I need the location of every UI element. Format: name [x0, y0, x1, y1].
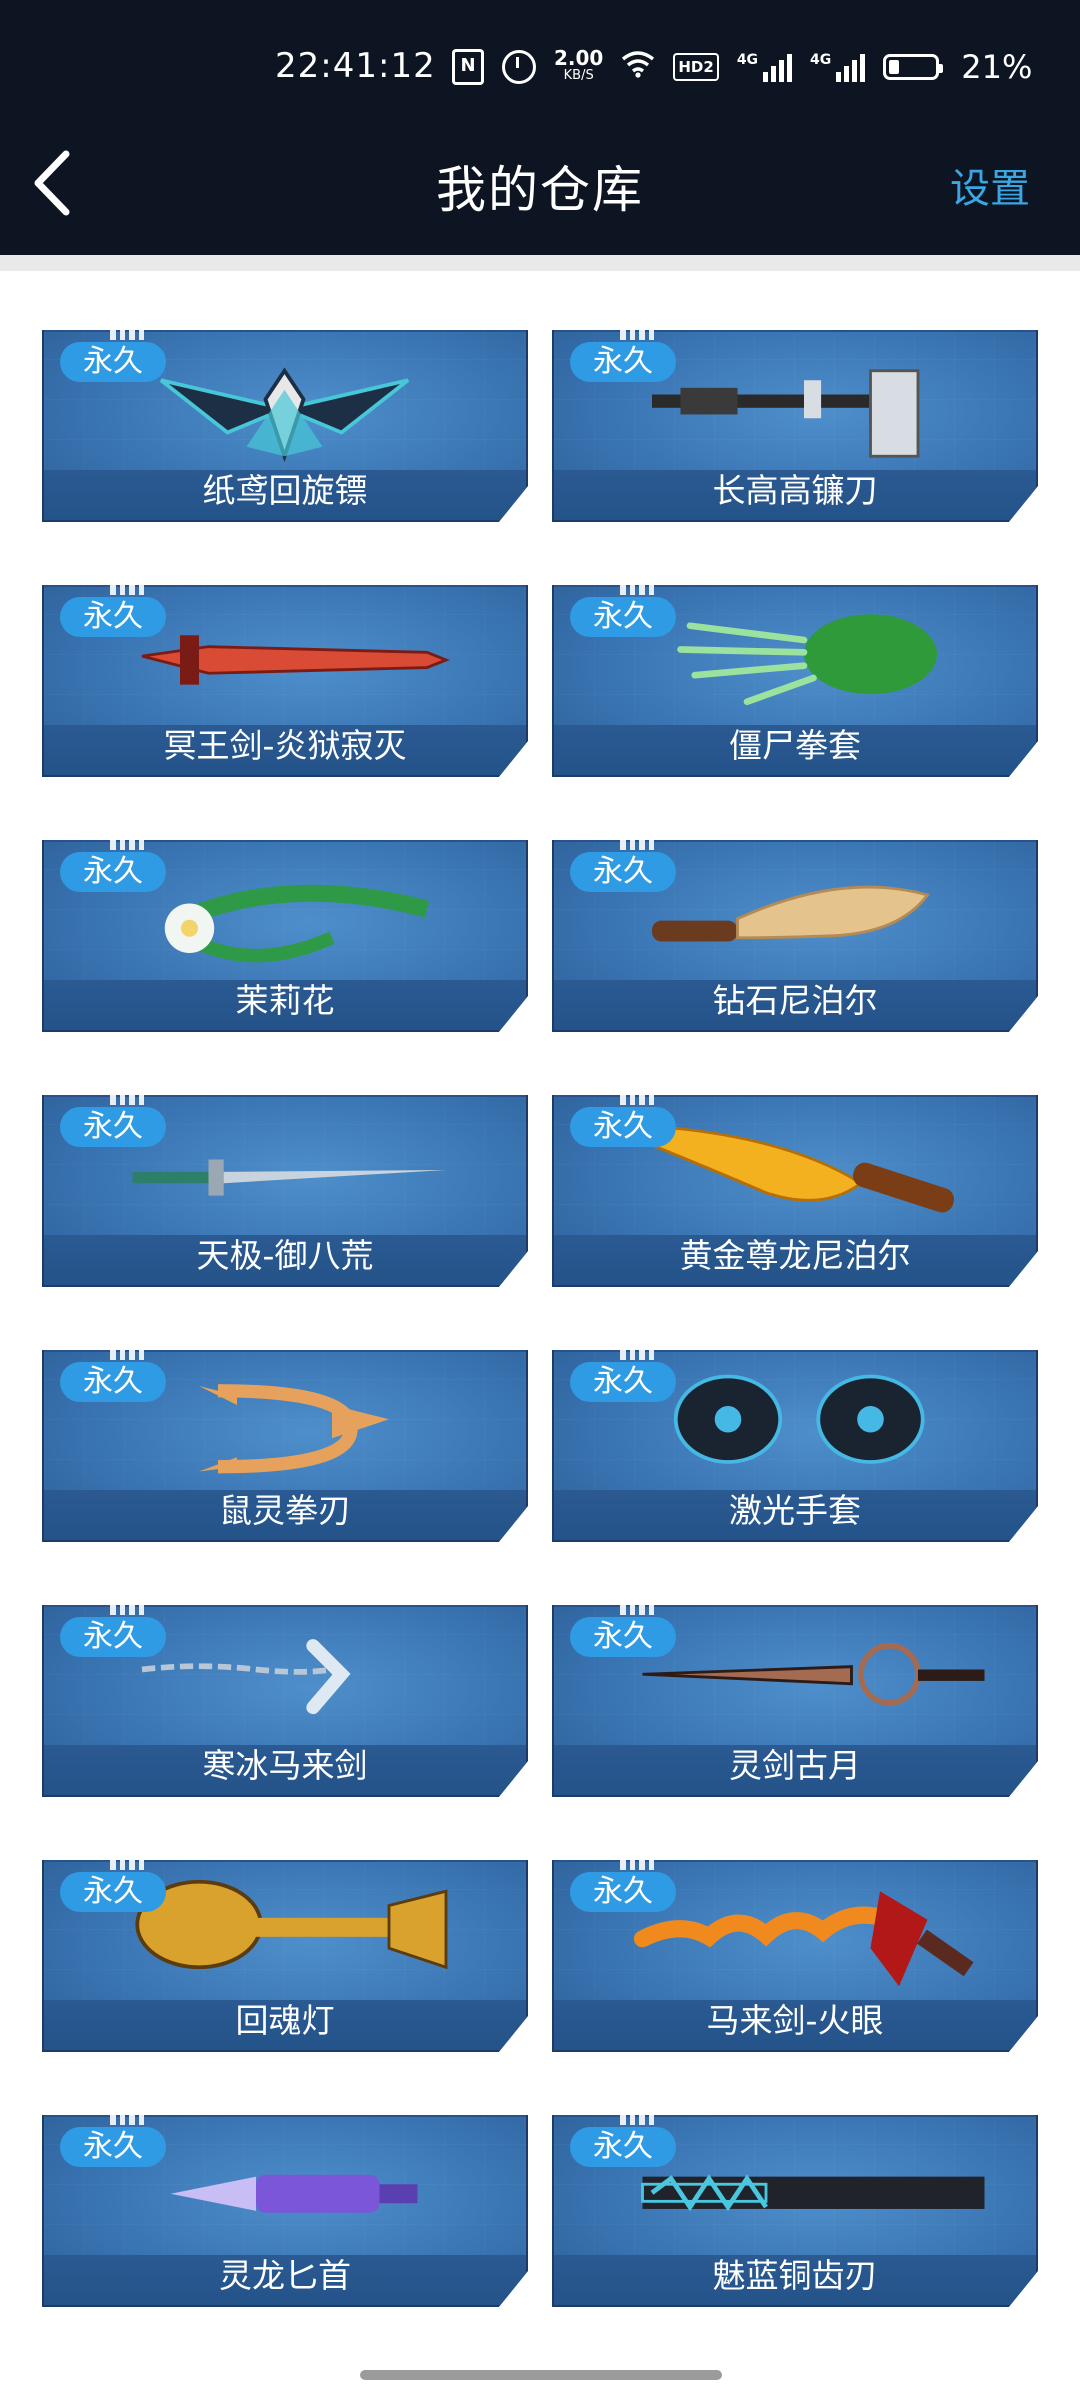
weapon-card[interactable]: 永久 长高高镰刀 [552, 330, 1038, 522]
weapon-name: 钻石尼泊尔 [712, 981, 878, 1020]
permanent-badge: 永久 [60, 342, 166, 382]
signal-1-label: 4G [736, 52, 759, 68]
permanent-badge: 永久 [570, 342, 676, 382]
weapon-name: 寒冰马来剑 [202, 1746, 368, 1785]
card-tick-marks [110, 2115, 144, 2129]
app-header: 我的仓库 设置 [0, 112, 1080, 255]
weapon-name: 黄金尊龙尼泊尔 [679, 1236, 911, 1275]
permanent-badge: 永久 [570, 1362, 676, 1402]
weapon-card[interactable]: 永久 灵龙匕首 [42, 2115, 528, 2307]
weapon-card[interactable]: 永久 冥王剑-炎狱寂灭 [42, 585, 528, 777]
weapon-name: 魅蓝铜齿刃 [712, 2256, 878, 2295]
weapon-card[interactable]: 永久 马来剑-火眼 [552, 1860, 1038, 2052]
weapon-card[interactable]: 永久 僵尸拳套 [552, 585, 1038, 777]
wifi-icon [621, 50, 655, 84]
card-tick-marks [110, 1605, 144, 1619]
weapon-card[interactable]: 永久 灵剑古月 [552, 1605, 1038, 1797]
network-speed-value: 2.00 [554, 46, 604, 70]
weapon-name: 茉莉花 [235, 981, 335, 1020]
card-tick-marks [110, 840, 144, 854]
status-time: 22:41:12 [275, 46, 436, 86]
permanent-badge: 永久 [60, 1872, 166, 1912]
weapon-card[interactable]: 永久 激光手套 [552, 1350, 1038, 1542]
permanent-badge: 永久 [60, 2127, 166, 2167]
settings-button[interactable]: 设置 [950, 156, 1030, 214]
card-tick-marks [620, 1860, 654, 1874]
weapon-card[interactable]: 永久 钻石尼泊尔 [552, 840, 1038, 1032]
signal-icon-1: 4G [736, 52, 793, 82]
permanent-badge: 永久 [60, 597, 166, 637]
status-icons: N 2.00 KB/S HD2 4G 4G 21% [452, 48, 1032, 86]
weapon-name: 激光手套 [729, 1491, 861, 1530]
card-tick-marks [110, 1860, 144, 1874]
card-tick-marks [110, 330, 144, 344]
permanent-badge: 永久 [570, 852, 676, 892]
weapon-name: 马来剑-火眼 [706, 2001, 884, 2040]
permanent-badge: 永久 [570, 2127, 676, 2167]
card-tick-marks [620, 1605, 654, 1619]
weapon-name: 回魂灯 [235, 2001, 335, 2040]
alarm-icon [502, 50, 536, 84]
permanent-badge: 永久 [60, 1617, 166, 1657]
network-speed-unit: KB/S [563, 68, 594, 83]
card-tick-marks [620, 585, 654, 599]
card-tick-marks [110, 1095, 144, 1109]
weapon-card[interactable]: 永久 鼠灵拳刃 [42, 1350, 528, 1542]
weapon-card[interactable]: 永久 寒冰马来剑 [42, 1605, 528, 1797]
weapon-card[interactable]: 永久 天极-御八荒 [42, 1095, 528, 1287]
card-tick-marks [620, 1350, 654, 1364]
weapon-card[interactable]: 永久 黄金尊龙尼泊尔 [552, 1095, 1038, 1287]
card-tick-marks [110, 1350, 144, 1364]
weapon-name: 僵尸拳套 [729, 726, 861, 765]
permanent-badge: 永久 [570, 1107, 676, 1147]
weapon-card[interactable]: 永久 魅蓝铜齿刃 [552, 2115, 1038, 2307]
permanent-badge: 永久 [570, 1872, 676, 1912]
card-tick-marks [110, 585, 144, 599]
signal-icon-2: 4G [810, 52, 866, 82]
battery-icon [883, 54, 944, 80]
permanent-badge: 永久 [570, 1617, 676, 1657]
weapon-name: 纸鸢回旋镖 [202, 471, 368, 510]
home-indicator[interactable] [360, 2370, 722, 2380]
weapon-card[interactable]: 永久 纸鸢回旋镖 [42, 330, 528, 522]
card-tick-marks [620, 1095, 654, 1109]
card-tick-marks [620, 2115, 654, 2129]
card-tick-marks [620, 840, 654, 854]
weapon-name: 天极-御八荒 [196, 1236, 374, 1275]
page-title: 我的仓库 [436, 161, 644, 219]
permanent-badge: 永久 [60, 1362, 166, 1402]
battery-percent: 21% [961, 48, 1033, 86]
weapon-name: 灵剑古月 [729, 1746, 861, 1785]
hd-voice-icon: HD2 [673, 53, 719, 81]
permanent-badge: 永久 [60, 852, 166, 892]
header-divider [0, 255, 1080, 271]
card-tick-marks [620, 330, 654, 344]
weapon-name: 冥王剑-炎狱寂灭 [163, 726, 407, 765]
signal-2-label: 4G [810, 52, 832, 68]
weapon-card[interactable]: 永久 回魂灯 [42, 1860, 528, 2052]
weapon-name: 灵龙匕首 [219, 2256, 351, 2295]
network-speed: 2.00 KB/S [554, 46, 604, 84]
weapon-name: 鼠灵拳刃 [219, 1491, 351, 1530]
status-bar: 22:41:12 N 2.00 KB/S HD2 4G 4G 21% [0, 0, 1080, 112]
permanent-badge: 永久 [570, 597, 676, 637]
permanent-badge: 永久 [60, 1107, 166, 1147]
weapon-name: 长高高镰刀 [712, 471, 878, 510]
nfc-icon: N [452, 49, 484, 85]
weapon-card[interactable]: 永久 茉莉花 [42, 840, 528, 1032]
